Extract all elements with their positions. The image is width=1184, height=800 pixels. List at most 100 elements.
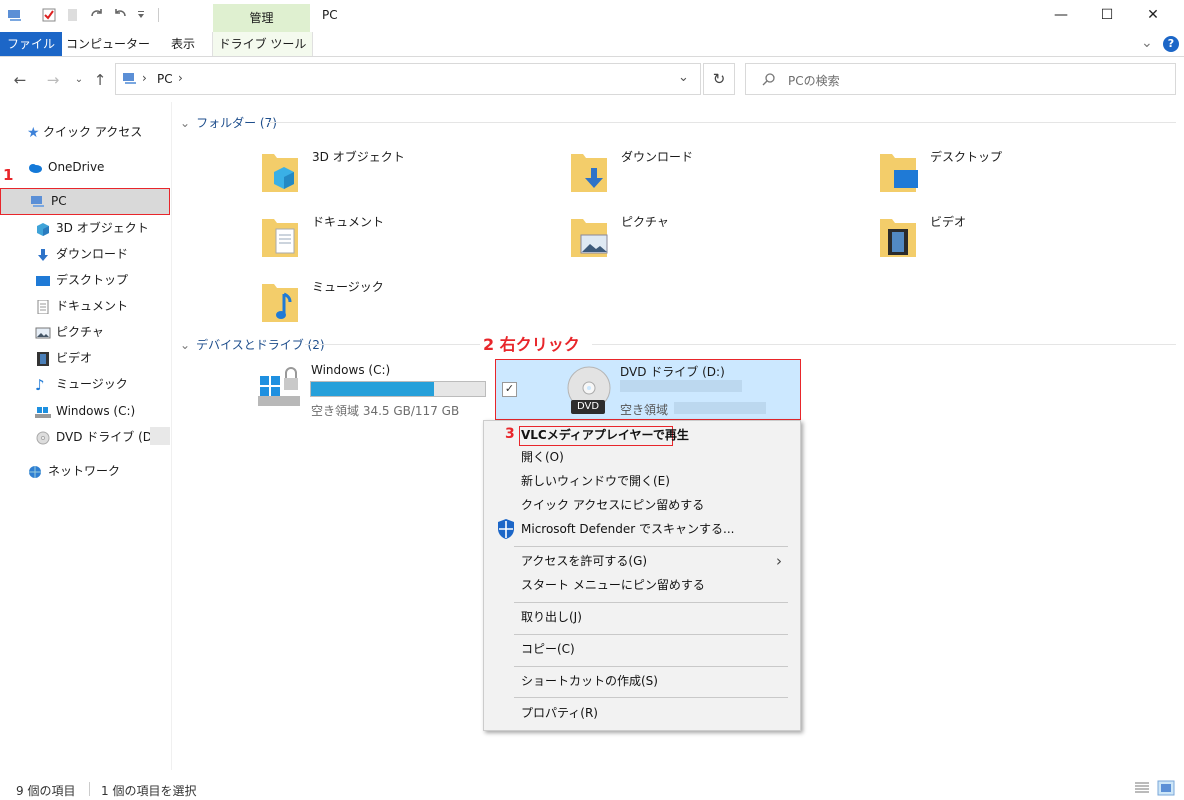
menu-item-defender-scan[interactable]: Microsoft Defender でスキャンする...: [521, 518, 734, 540]
ribbon-divider: [0, 56, 1184, 57]
sidebar-item-downloads[interactable]: ダウンロード: [35, 242, 128, 266]
group-divider: [268, 122, 1176, 123]
minimize-button[interactable]: —: [1038, 0, 1084, 30]
folder-downloads-icon: [571, 154, 607, 192]
menu-item-properties[interactable]: プロパティ(R): [521, 702, 598, 724]
menu-item-grant-access[interactable]: アクセスを許可する(G): [521, 550, 647, 572]
context-menu: 3 VLCメディアプレイヤーで再生 開く(O) 新しいウィンドウで開く(E) ク…: [483, 420, 801, 731]
sidebar-item-label: ビデオ: [56, 351, 93, 365]
pane-divider[interactable]: [171, 102, 172, 770]
menu-item-copy[interactable]: コピー(C): [521, 638, 575, 660]
folder-videos[interactable]: ビデオ: [878, 213, 1178, 269]
folder-label: ビデオ: [930, 215, 967, 229]
devices-group-header[interactable]: ⌄ デバイスとドライブ (2): [180, 336, 325, 353]
status-selected-count: 1 個の項目を選択: [101, 784, 197, 798]
large-icons-view-icon[interactable]: [1157, 780, 1175, 796]
sidebar-item-drive-d[interactable]: DVD ドライブ (D:): [35, 425, 161, 449]
sidebar-item-drive-c[interactable]: Windows (C:): [35, 399, 135, 423]
folder-documents[interactable]: ドキュメント: [260, 213, 560, 269]
group-divider: [592, 344, 1176, 345]
navigation-pane: ★ クイック アクセス OneDrive PC 1 3D オブジェクト ダウンロー…: [0, 102, 172, 772]
refresh-button[interactable]: ↻: [703, 63, 735, 95]
title-bar: 管理 PC — ☐ ✕: [0, 0, 1184, 32]
folder-music[interactable]: ミュージック: [260, 278, 560, 334]
folders-group-header[interactable]: ⌄ フォルダー (7): [180, 114, 277, 131]
menu-item-vlc-play[interactable]: VLCメディアプレイヤーで再生: [521, 424, 689, 446]
pc-icon: [123, 73, 136, 84]
menu-item-create-shortcut[interactable]: ショートカットの作成(S): [521, 670, 658, 692]
customize-qat-icon[interactable]: [133, 7, 149, 23]
annotation-step-2: 2 右クリック: [483, 335, 580, 354]
sidebar-item-pc-label-row[interactable]: PC: [30, 189, 67, 213]
up-arrow-icon[interactable]: ↑: [91, 70, 109, 90]
menu-item-pin-start[interactable]: スタート メニューにピン留めする: [521, 574, 705, 596]
drive-capacity-bar: [310, 381, 486, 397]
breadcrumb-separator[interactable]: ›: [178, 71, 183, 85]
sidebar-item-quick-access[interactable]: ★ クイック アクセス: [27, 120, 142, 144]
pc-icon: [31, 195, 44, 207]
sidebar-item-music[interactable]: ♪ ミュージック: [35, 372, 128, 396]
folder-desktop-icon: [880, 154, 918, 192]
checkbox-icon[interactable]: ✓: [502, 382, 517, 397]
tab-manage[interactable]: 管理: [213, 4, 310, 32]
menu-item-pin-quick-access[interactable]: クイック アクセスにピン留めする: [521, 494, 704, 516]
properties-check-icon[interactable]: [41, 7, 57, 23]
menu-item-eject[interactable]: 取り出し(J): [521, 606, 582, 628]
undo-icon[interactable]: [112, 7, 128, 23]
sidebar-item-label: Windows (C:): [56, 404, 136, 418]
drive-c-tile[interactable]: Windows (C:) 空き領域 34.5 GB/117 GB: [254, 362, 494, 422]
shield-icon: [498, 519, 514, 539]
sidebar-item-label: クイック アクセス: [43, 125, 143, 139]
details-view-icon[interactable]: [1134, 781, 1150, 795]
tab-computer[interactable]: コンピューター: [62, 32, 154, 56]
folder-label: ミュージック: [312, 280, 384, 294]
menu-item-open-new-window[interactable]: 新しいウィンドウで開く(E): [521, 470, 670, 492]
address-bar[interactable]: › PC › ⌄: [115, 63, 701, 95]
sidebar-item-3d-objects[interactable]: 3D オブジェクト: [35, 216, 149, 240]
maximize-button[interactable]: ☐: [1084, 0, 1130, 30]
sidebar-item-videos[interactable]: ビデオ: [35, 346, 92, 370]
address-dropdown-icon[interactable]: ⌄: [678, 70, 689, 85]
tab-view[interactable]: 表示: [154, 32, 212, 56]
menu-item-open[interactable]: 開く(O): [521, 446, 564, 468]
sidebar-item-desktop[interactable]: デスクトップ: [35, 268, 128, 292]
sidebar-item-pc[interactable]: [0, 188, 170, 215]
tab-file[interactable]: ファイル: [0, 32, 62, 56]
sidebar-item-network[interactable]: ネットワーク: [27, 459, 120, 483]
back-arrow-icon[interactable]: ←: [11, 70, 29, 90]
search-placeholder: PCの検索: [788, 74, 840, 88]
folder-3d-objects-icon: [262, 154, 298, 192]
collapse-chevron-icon: ⌄: [180, 116, 191, 130]
sidebar-item-label: DVD ドライブ (D:): [56, 430, 161, 444]
ribbon-expand-icon[interactable]: ⌄: [1141, 32, 1153, 54]
folder-downloads[interactable]: ダウンロード: [569, 148, 869, 204]
close-button[interactable]: ✕: [1130, 0, 1176, 30]
folder-3d-objects[interactable]: 3D オブジェクト: [260, 148, 560, 204]
sidebar-item-label: デスクトップ: [56, 273, 129, 287]
folder-videos-icon: [880, 219, 916, 257]
drive-d-tile[interactable]: ✓ DVD DVD ドライブ (D:) 空き領域: [495, 359, 801, 420]
sidebar-item-label: ドキュメント: [56, 299, 129, 313]
menu-separator: [514, 666, 788, 667]
group-title: フォルダー (7): [196, 116, 277, 130]
menu-separator: [514, 697, 788, 698]
help-icon[interactable]: ?: [1163, 36, 1179, 52]
search-input[interactable]: PCの検索: [745, 63, 1176, 95]
recent-locations-icon[interactable]: ⌄: [70, 70, 88, 90]
sidebar-item-pictures[interactable]: ピクチャ: [35, 320, 104, 344]
breadcrumb-pc[interactable]: PC: [157, 72, 173, 86]
sidebar-item-documents[interactable]: ドキュメント: [35, 294, 128, 318]
sidebar-item-onedrive[interactable]: OneDrive: [27, 155, 104, 179]
desktop-icon: [36, 275, 50, 286]
folder-pictures[interactable]: ピクチャ: [569, 213, 869, 269]
drive-name: Windows (C:): [311, 363, 391, 377]
dvd-badge: DVD: [571, 400, 605, 414]
redacted-block: [674, 402, 766, 414]
redo-icon[interactable]: [89, 7, 105, 23]
network-icon: [29, 465, 41, 478]
forward-arrow-icon[interactable]: →: [44, 70, 62, 90]
folder-desktop[interactable]: デスクトップ: [878, 148, 1178, 204]
tab-drive-tools[interactable]: ドライブ ツール: [212, 32, 313, 56]
folder-label: ダウンロード: [621, 150, 694, 164]
new-folder-icon[interactable]: [65, 7, 81, 23]
